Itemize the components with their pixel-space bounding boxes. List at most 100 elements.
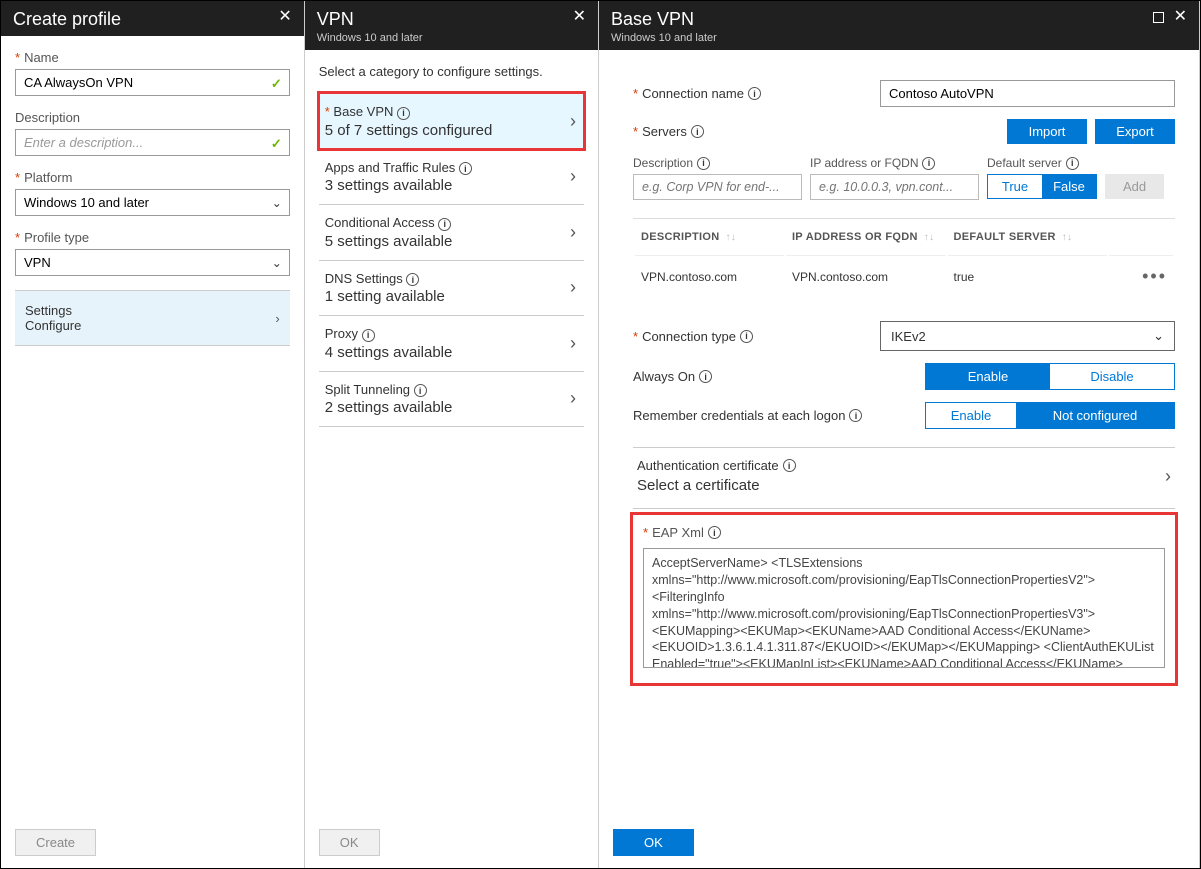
settings-nav-item[interactable]: Settings Configure ›: [15, 290, 290, 346]
pane3-subtitle: Windows 10 and later: [611, 32, 1153, 44]
check-icon: ✓: [271, 76, 282, 92]
chevron-right-icon: ›: [570, 388, 576, 409]
chevron-right-icon: ›: [275, 311, 279, 326]
auth-cert-value: Select a certificate: [637, 477, 796, 494]
sort-icon[interactable]: ↑↓: [924, 232, 935, 243]
profile-type-select[interactable]: VPN: [15, 249, 290, 276]
pane2-title: VPN: [317, 9, 573, 30]
auth-cert-label: Authentication certificate: [637, 458, 779, 473]
remember-creds-toggle[interactable]: Enable Not configured: [925, 402, 1175, 429]
info-icon[interactable]: i: [699, 370, 712, 383]
info-icon[interactable]: i: [414, 384, 427, 397]
sort-icon[interactable]: ↑↓: [1062, 232, 1073, 243]
export-button[interactable]: Export: [1095, 119, 1175, 144]
more-icon[interactable]: •••: [1142, 266, 1167, 286]
platform-select[interactable]: Windows 10 and later: [15, 189, 290, 216]
info-icon[interactable]: i: [691, 125, 704, 138]
description-label: Description: [15, 110, 80, 125]
th-description[interactable]: DESCRIPTION: [641, 231, 719, 243]
check-icon: ✓: [271, 136, 282, 152]
enable-option[interactable]: Enable: [926, 403, 1016, 428]
info-icon[interactable]: i: [708, 526, 721, 539]
settings-value: Configure: [25, 318, 81, 333]
connection-type-select[interactable]: IKEv2 ⌄: [880, 321, 1175, 351]
chevron-right-icon: ›: [570, 111, 576, 132]
add-button[interactable]: Add: [1105, 174, 1164, 199]
chevron-right-icon: ›: [570, 333, 576, 354]
info-icon[interactable]: i: [397, 107, 410, 120]
profile-type-label: Profile type: [24, 230, 89, 245]
enable-option[interactable]: Enable: [926, 364, 1050, 389]
info-icon[interactable]: i: [1066, 157, 1079, 170]
info-icon[interactable]: i: [406, 273, 419, 286]
true-option[interactable]: True: [988, 175, 1042, 198]
srv-ip-label: IP address or FQDN: [810, 156, 918, 170]
eap-xml-label: EAP Xml: [652, 525, 704, 540]
srv-ip-input[interactable]: [810, 174, 979, 200]
connection-name-label: Connection name: [642, 86, 744, 101]
category-instruction: Select a category to configure settings.: [319, 64, 584, 79]
connection-type-label: Connection type: [642, 329, 736, 344]
info-icon[interactable]: i: [849, 409, 862, 422]
base-vpn-pane: Base VPN Windows 10 and later ✕ *Connect…: [599, 1, 1200, 868]
servers-label: Servers: [642, 124, 687, 139]
category-item-conditional-access[interactable]: Conditional Access i5 settings available…: [319, 204, 584, 260]
eap-xml-section: *EAP Xml i: [633, 515, 1175, 683]
platform-label: Platform: [24, 170, 72, 185]
import-button[interactable]: Import: [1007, 119, 1087, 144]
false-option[interactable]: False: [1042, 175, 1096, 198]
th-default[interactable]: DEFAULT SERVER: [954, 231, 1056, 243]
category-item-dns-settings[interactable]: DNS Settings i1 setting available›: [319, 260, 584, 316]
th-ip[interactable]: IP ADDRESS OR FQDN: [792, 231, 918, 243]
info-icon[interactable]: i: [783, 459, 796, 472]
info-icon[interactable]: i: [697, 157, 710, 170]
pane2-subtitle: Windows 10 and later: [317, 32, 573, 44]
servers-table: DESCRIPTION ↑↓ IP ADDRESS OR FQDN ↑↓ DEFAU…: [633, 218, 1175, 299]
name-label: Name: [24, 50, 59, 65]
chevron-down-icon: ⌄: [1153, 328, 1164, 344]
ok-button[interactable]: OK: [319, 829, 380, 856]
category-item-base-vpn[interactable]: * Base VPN i5 of 7 settings configured›: [319, 93, 584, 149]
ok-button[interactable]: OK: [613, 829, 694, 856]
eap-xml-textarea[interactable]: [643, 548, 1165, 668]
category-item-split-tunneling[interactable]: Split Tunneling i2 settings available›: [319, 371, 584, 428]
sort-icon[interactable]: ↑↓: [725, 232, 736, 243]
table-row[interactable]: VPN.contoso.comVPN.contoso.comtrue•••: [635, 255, 1173, 297]
pane1-header: Create profile ✕: [1, 1, 304, 36]
settings-label: Settings: [25, 303, 81, 318]
category-item-proxy[interactable]: Proxy i4 settings available›: [319, 315, 584, 371]
close-icon[interactable]: ✕: [278, 9, 291, 25]
pane3-title: Base VPN: [611, 9, 1153, 30]
not-configured-option[interactable]: Not configured: [1016, 403, 1174, 428]
chevron-right-icon: ›: [570, 166, 576, 187]
info-icon[interactable]: i: [748, 87, 761, 100]
info-icon[interactable]: i: [459, 162, 472, 175]
info-icon[interactable]: i: [362, 329, 375, 342]
category-item-apps-and-traffic-rules[interactable]: Apps and Traffic Rules i3 settings avail…: [319, 149, 584, 205]
always-on-label: Always On: [633, 369, 695, 384]
pane2-header: VPN Windows 10 and later ✕: [305, 1, 598, 50]
srv-desc-label: Description: [633, 156, 693, 170]
connection-name-input[interactable]: [880, 80, 1175, 107]
info-icon[interactable]: i: [922, 157, 935, 170]
default-server-toggle[interactable]: True False: [987, 174, 1097, 199]
always-on-toggle[interactable]: Enable Disable: [925, 363, 1175, 390]
description-input[interactable]: [15, 129, 290, 156]
create-button[interactable]: Create: [15, 829, 96, 856]
auth-cert-row[interactable]: Authentication certificate i Select a ce…: [633, 448, 1175, 509]
srv-desc-input[interactable]: [633, 174, 802, 200]
create-profile-pane: Create profile ✕ *Name ✓ Description ✓ *…: [1, 1, 305, 868]
vpn-categories-pane: VPN Windows 10 and later ✕ Select a cate…: [305, 1, 599, 868]
remember-creds-label: Remember credentials at each logon: [633, 408, 845, 423]
info-icon[interactable]: i: [740, 330, 753, 343]
pane1-title: Create profile: [13, 9, 278, 30]
disable-option[interactable]: Disable: [1050, 364, 1174, 389]
pane3-header: Base VPN Windows 10 and later ✕: [599, 1, 1199, 50]
chevron-right-icon: ›: [570, 277, 576, 298]
info-icon[interactable]: i: [438, 218, 451, 231]
chevron-right-icon: ›: [570, 222, 576, 243]
close-icon[interactable]: ✕: [1174, 9, 1187, 25]
close-icon[interactable]: ✕: [573, 9, 586, 25]
maximize-icon[interactable]: [1153, 12, 1164, 23]
name-input[interactable]: [15, 69, 290, 96]
